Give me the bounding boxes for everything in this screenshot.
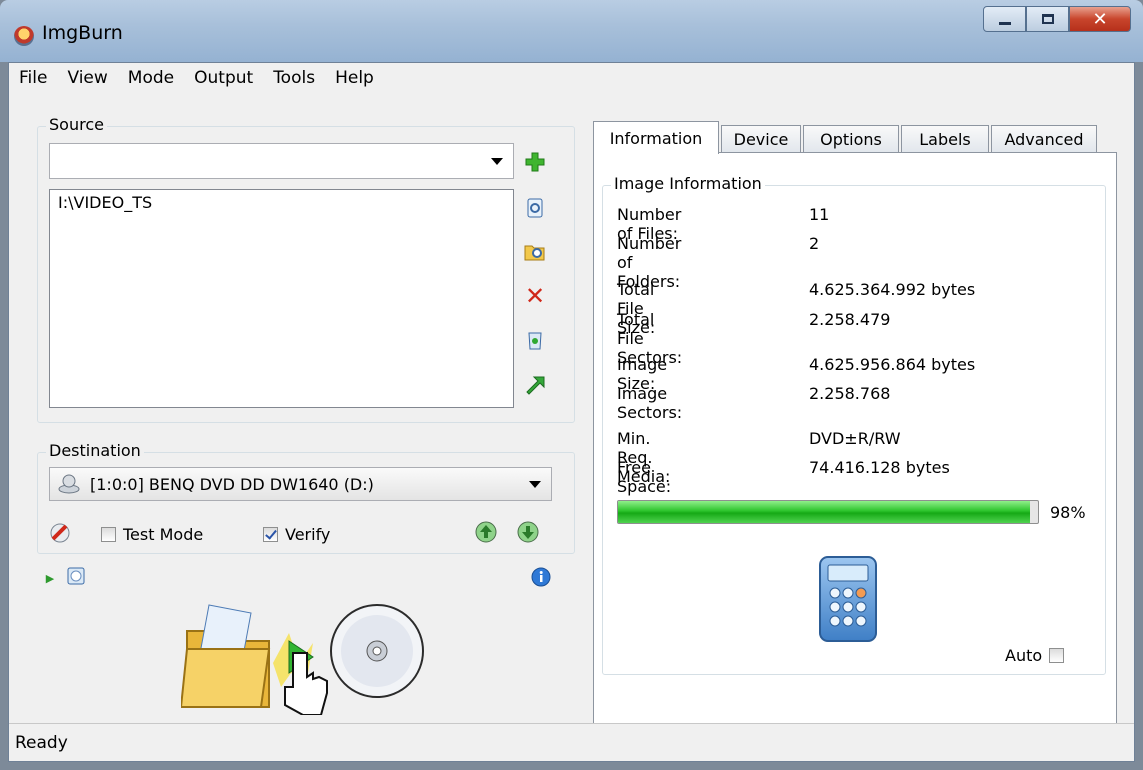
information-panel: Image Information Number of Files: 11 Nu… [593,152,1117,746]
verify-box[interactable] [263,527,278,542]
minimize-icon [998,21,1011,25]
status-bar: Ready [9,723,1134,761]
verify-label: Verify [285,525,331,544]
imgburn-window: ImgBurn ✕ File View Mode Output Tools He… [0,0,1143,770]
menu-output[interactable]: Output [184,68,263,88]
disc-icon [330,604,424,698]
info-value: 2.258.479 [809,310,891,329]
capacity-progress-fill [618,501,1030,523]
build-button[interactable] [179,583,429,716]
add-file-icon[interactable] [524,151,546,173]
status-text: Ready [15,733,68,753]
maximize-button[interactable] [1026,6,1069,32]
dropdown-arrow-icon[interactable] [529,481,541,488]
browse-file-icon[interactable] [524,197,546,219]
source-combo[interactable] [49,143,514,179]
expand-arrow-icon[interactable]: ▶ [39,567,61,589]
info-value: 11 [809,205,830,224]
title-bar[interactable]: ImgBurn ✕ [0,0,1143,62]
info-value: 4.625.364.992 bytes [809,280,976,299]
browse-folder-icon[interactable] [524,241,546,263]
info-icon[interactable] [530,566,552,588]
client-area: File View Mode Output Tools Help Source … [8,62,1135,762]
window-title: ImgBurn [42,22,123,44]
image-information-label: Image Information [611,174,765,193]
menu-bar: File View Mode Output Tools Help [9,63,1134,93]
minimize-button[interactable] [983,6,1026,32]
tab-device[interactable]: Device [721,125,801,153]
arrow-down-icon[interactable] [517,521,539,543]
dropdown-arrow-icon[interactable] [491,158,503,165]
imgburn-app-icon [14,26,34,46]
auto-box[interactable] [1049,648,1065,663]
disc-info-icon[interactable] [65,565,87,587]
list-item[interactable]: I:\VIDEO_TS [58,193,152,212]
info-label: Free Space: [617,458,672,496]
drive-label: [1:0:0] BENQ DVD DD DW1640 (D:) [90,475,374,494]
arrow-up-icon[interactable] [475,521,497,543]
close-icon: ✕ [1092,8,1108,30]
auto-label: Auto [1005,646,1043,665]
erase-disc-icon[interactable] [49,522,71,544]
source-group-label: Source [46,115,107,134]
source-file-list[interactable]: I:\VIDEO_TS [49,189,514,408]
menu-file[interactable]: File [15,68,57,88]
destination-group-label: Destination [46,441,144,460]
auto-checkbox[interactable]: Auto [1005,646,1065,665]
menu-tools[interactable]: Tools [263,68,325,88]
capacity-percent: 98% [1050,503,1086,522]
clear-list-icon[interactable] [524,329,546,351]
folder-icon [179,604,271,708]
info-value: 4.625.956.864 bytes [809,355,976,374]
capacity-progress-bar [617,500,1039,524]
verify-checkbox[interactable]: Verify [263,525,330,544]
maximize-icon [1041,14,1054,24]
close-button[interactable]: ✕ [1069,6,1131,32]
calculator-icon[interactable] [816,555,882,649]
window-controls: ✕ [983,6,1131,32]
test-mode-box[interactable] [101,527,116,542]
info-value: 2 [809,234,820,253]
remove-item-icon[interactable]: ✕ [524,284,546,308]
destination-drive-select[interactable]: [1:0:0] BENQ DVD DD DW1640 (D:) [49,467,552,501]
tab-information[interactable]: Information [593,121,719,154]
test-mode-label: Test Mode [123,525,204,544]
info-value: DVD±R/RW [809,429,901,448]
info-label: Image Sectors: [617,384,683,422]
tab-options[interactable]: Options [803,125,899,153]
info-value: 74.416.128 bytes [809,458,950,477]
tab-labels[interactable]: Labels [901,125,989,153]
menu-help[interactable]: Help [325,68,384,88]
drive-icon [58,474,80,498]
calculate-arrow-icon[interactable] [524,373,546,395]
menu-view[interactable]: View [57,68,117,88]
menu-mode[interactable]: Mode [118,68,184,88]
info-value: 2.258.768 [809,384,891,403]
test-mode-checkbox[interactable]: Test Mode [101,525,203,544]
tab-advanced[interactable]: Advanced [991,125,1097,153]
